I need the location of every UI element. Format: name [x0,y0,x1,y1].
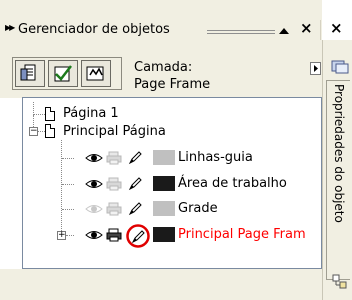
highlighted-pencil-icon[interactable] [125,223,155,253]
grip-icon[interactable]: ▶▶ [5,23,15,32]
layer-manager-view-icon [86,66,104,81]
tree-line [62,184,74,185]
eye-icon[interactable] [85,152,103,164]
layer-color-swatch[interactable] [153,176,175,191]
tree-item-page-1[interactable]: Página 1 [63,105,119,122]
layer-label-master-page-frame[interactable]: Principal Page Fram [178,226,320,243]
layer-color-swatch[interactable] [153,150,175,165]
close-icon[interactable]: × [330,19,343,37]
master-page-icon [45,124,55,138]
tree-item-master-page[interactable]: Principal Página [63,123,166,140]
pencil-icon[interactable] [127,201,143,217]
flyout-menu-button[interactable] [310,62,321,75]
layer-caption: Camada: [134,60,193,75]
tree-line [38,131,45,132]
object-manager-tab-icon[interactable] [330,58,350,76]
title-rule [207,33,275,34]
title-separator [320,20,321,40]
show-properties-button[interactable] [15,60,45,87]
collapse-arrow-icon[interactable] [279,28,289,34]
layer-label-desktop[interactable]: Área de trabalho [178,175,287,192]
tab-object-properties-label: Propriedades do objeto [332,84,346,223]
expand-layer-toggle[interactable]: + [57,231,66,240]
eye-icon[interactable] [85,203,103,215]
eye-icon[interactable] [85,178,103,190]
docker-tab-icon[interactable] [331,273,349,291]
printer-icon[interactable] [106,177,122,191]
flyout-arrow-icon [314,65,318,72]
close-icon[interactable]: × [300,19,313,37]
layer-label-grid[interactable]: Grade [178,200,218,217]
printer-icon[interactable] [106,202,122,216]
layer-value: Page Frame [134,77,211,92]
collapse-master-toggle[interactable]: − [29,127,38,136]
show-properties-icon [20,64,36,81]
printer-icon[interactable] [106,228,122,242]
tree-line [33,114,45,115]
docker-bottom [0,269,322,300]
layer-color-swatch[interactable] [153,227,175,242]
tree-line [61,140,62,235]
edit-across-layers-icon [54,65,72,82]
layer-color-swatch[interactable] [153,201,175,216]
edit-across-layers-button[interactable] [48,60,78,87]
tree-line [66,235,74,236]
title-rule [207,30,275,31]
tree-line [62,209,74,210]
docker-title: Gerenciador de objetos [18,22,170,37]
printer-icon[interactable] [106,151,122,165]
eye-icon[interactable] [85,229,103,241]
pencil-icon[interactable] [127,176,143,192]
pencil-icon[interactable] [127,150,143,166]
layer-label-guides[interactable]: Linhas-guia [178,149,253,166]
tree-line [62,158,74,159]
page-icon [45,107,55,121]
layer-manager-view-button[interactable] [81,60,111,87]
current-layer-label: Camada: Page Frame [134,59,210,93]
